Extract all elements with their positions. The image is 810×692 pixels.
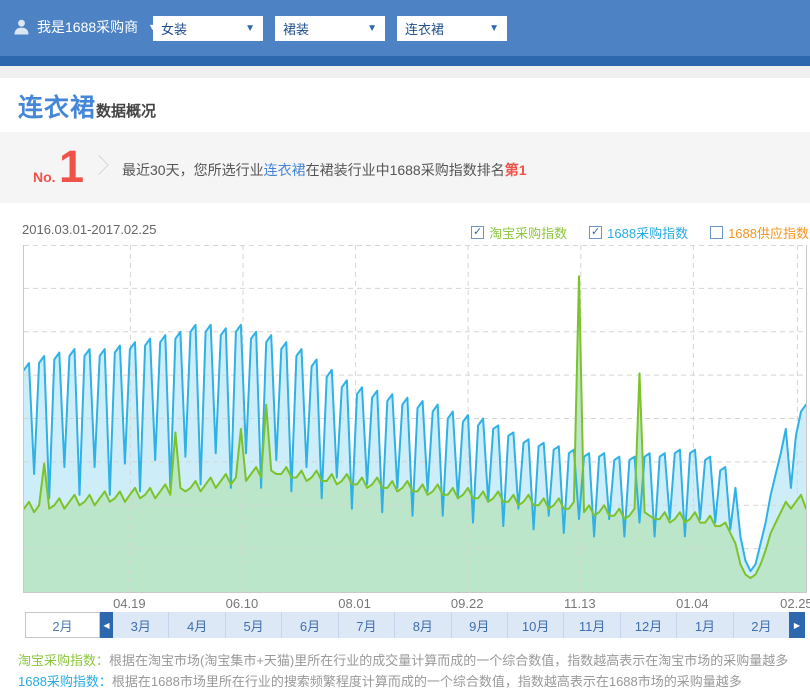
user-icon (14, 19, 29, 35)
x-tick-04.19: 04.19 (113, 596, 146, 611)
index-definitions: 淘宝采购指数：根据在淘宝市场(淘宝集市+天猫)里所在行业的成交量计算而成的一个综… (18, 650, 798, 692)
arrow-right-icon: ▶ (794, 621, 800, 630)
month-scroll-left-button[interactable]: ◀ (100, 612, 113, 638)
month-tab-12月[interactable]: 12月 (621, 612, 677, 638)
month-tab-4月[interactable]: 4月 (169, 612, 225, 638)
category-select-level2[interactable]: 裙装 ▼ (275, 16, 385, 41)
month-tabs: 3月4月5月6月7月8月9月10月11月12月1月2月 (113, 612, 789, 638)
chevron-down-icon: ▼ (489, 23, 499, 34)
rank-description: 最近30天，您所选行业连衣裙在裙装行业中1688采购指数排名第1 (122, 160, 527, 180)
chart-canvas (24, 245, 806, 592)
rank-value: 1 (59, 141, 84, 193)
index-trend-chart (23, 245, 807, 593)
header-divider-band (0, 66, 810, 78)
chart-legend: ✓ 淘宝采购指数 ✓ 1688采购指数 1688供应指数 (471, 223, 809, 242)
x-tick-06.10: 06.10 (226, 596, 259, 611)
month-tab-2月[interactable]: 2月 (734, 612, 789, 638)
checkbox-1688-supply-index[interactable] (710, 226, 723, 239)
month-tab-8月[interactable]: 8月 (395, 612, 451, 638)
chart-date-range: 2016.03.01-2017.02.25 (22, 222, 156, 237)
x-tick-08.01: 08.01 (338, 596, 371, 611)
legend-item-1688-purchase-index[interactable]: ✓ 1688采购指数 (589, 223, 688, 242)
month-tab-9月[interactable]: 9月 (452, 612, 508, 638)
checkbox-taobao-index[interactable]: ✓ (471, 226, 484, 239)
rank-text-value: 第1 (505, 162, 527, 178)
1688-index-text: 根据在1688市场里所在行业的搜索频繁程度计算而成的一个综合数值，指数越高表示在… (112, 674, 742, 689)
taobao-index-label: 淘宝采购指数： (18, 653, 109, 668)
arrow-left-icon: ◀ (103, 621, 109, 630)
month-tab-5月[interactable]: 5月 (226, 612, 282, 638)
month-tab-6月[interactable]: 6月 (282, 612, 338, 638)
chart-x-axis-labels: 04.1906.1008.0109.2211.1301.0402.25 (23, 596, 805, 612)
month-scroll-right-button[interactable]: ▶ (789, 612, 805, 638)
rank-keyword-link[interactable]: 连衣裙 (264, 162, 306, 178)
chevron-down-icon: ▼ (245, 23, 255, 34)
taobao-index-definition: 淘宝采购指数：根据在淘宝市场(淘宝集市+天猫)里所在行业的成交量计算而成的一个综… (18, 650, 798, 671)
rank-banner: No. 1 最近30天，您所选行业连衣裙在裙装行业中1688采购指数排名第1 (0, 132, 810, 203)
user-menu[interactable]: 我是1688采购商 ▼ (14, 17, 157, 37)
header-accent-strip (0, 56, 810, 66)
user-menu-label: 我是1688采购商 (37, 17, 138, 37)
x-tick-02.25: 02.25 (780, 596, 810, 611)
page-title-suffix: 数据概况 (96, 103, 156, 120)
month-tab-3月[interactable]: 3月 (113, 612, 169, 638)
category-select-level2-value: 裙装 (283, 19, 309, 38)
rank-number: No. 1 (33, 145, 93, 193)
category-select-level3-value: 连衣裙 (405, 19, 444, 38)
legend-item-taobao-index[interactable]: ✓ 淘宝采购指数 (471, 223, 567, 242)
current-month-box[interactable]: 2月 (25, 612, 100, 638)
category-select-level1-value: 女装 (161, 19, 187, 38)
month-tab-11月[interactable]: 11月 (564, 612, 620, 638)
page-title-keyword: 连衣裙 (18, 94, 96, 122)
legend-label-1688-purchase-index: 1688采购指数 (607, 223, 688, 242)
rank-text-prefix: 最近30天，您所选行业 (122, 162, 264, 178)
page-title: 连衣裙数据概况 (18, 88, 156, 124)
x-tick-09.22: 09.22 (451, 596, 484, 611)
1688-index-label: 1688采购指数： (18, 674, 112, 689)
top-navigation-bar: 我是1688采购商 ▼ 女装 ▼ 裙装 ▼ 连衣裙 ▼ (0, 0, 810, 56)
taobao-index-text: 根据在淘宝市场(淘宝集市+天猫)里所在行业的成交量计算而成的一个综合数值，指数越… (109, 653, 788, 668)
1688-index-definition: 1688采购指数：根据在1688市场里所在行业的搜索频繁程度计算而成的一个综合数… (18, 671, 798, 692)
month-tab-10月[interactable]: 10月 (508, 612, 564, 638)
checkbox-1688-purchase-index[interactable]: ✓ (589, 226, 602, 239)
category-select-level3[interactable]: 连衣裙 ▼ (397, 16, 507, 41)
legend-label-1688-supply-index: 1688供应指数 (728, 223, 809, 242)
x-tick-01.04: 01.04 (676, 596, 709, 611)
rank-text-middle: 在裙装行业中1688采购指数排名 (306, 162, 505, 178)
x-tick-11.13: 11.13 (564, 596, 596, 611)
month-tab-1月[interactable]: 1月 (677, 612, 733, 638)
legend-item-1688-supply-index[interactable]: 1688供应指数 (710, 223, 809, 242)
chevron-down-icon: ▼ (367, 23, 377, 34)
legend-label-taobao-index: 淘宝采购指数 (489, 223, 567, 242)
category-select-level1[interactable]: 女装 ▼ (153, 16, 263, 41)
rank-no-label: No. (33, 169, 56, 185)
month-selector-bar: 2月 ◀ 3月4月5月6月7月8月9月10月11月12月1月2月 ▶ (0, 612, 810, 638)
month-tab-7月[interactable]: 7月 (339, 612, 395, 638)
